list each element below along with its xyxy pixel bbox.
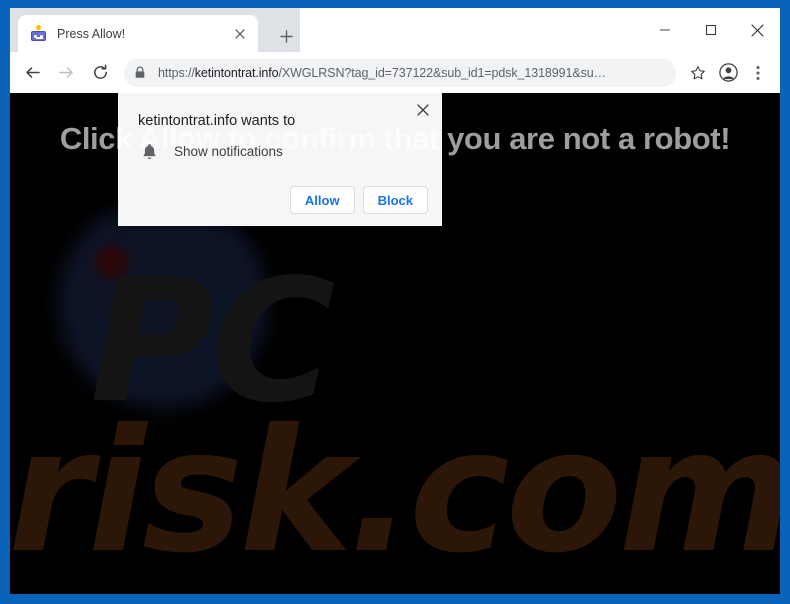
background-circle-graphic: [58, 198, 268, 408]
background-dot: [95, 245, 129, 279]
tab-title: Press Allow!: [57, 26, 126, 41]
browser-window: Press Allow! https://ketintontrat.info/X…: [10, 8, 780, 594]
window-controls: [642, 8, 780, 52]
url-text: https://ketintontrat.info/XWGLRSN?tag_id…: [158, 66, 666, 80]
address-bar[interactable]: https://ketintontrat.info/XWGLRSN?tag_id…: [124, 58, 676, 87]
dialog-close-icon[interactable]: [411, 98, 435, 122]
background-dot: [150, 333, 163, 346]
minimize-button[interactable]: [642, 8, 688, 52]
dialog-title: ketintontrat.info wants to: [138, 113, 296, 129]
tab-close-icon[interactable]: [230, 24, 250, 44]
dialog-actions: Allow Block: [289, 186, 428, 214]
url-scheme: https://: [158, 65, 195, 80]
dialog-permission-row: Show notifications: [138, 140, 283, 162]
notification-permission-dialog: ketintontrat.info wants to Show notifica…: [118, 93, 442, 226]
forward-button[interactable]: [52, 59, 80, 87]
robot-favicon: [30, 25, 47, 42]
browser-menu-button[interactable]: [744, 59, 772, 87]
dialog-option-label: Show notifications: [174, 143, 283, 159]
new-tab-button[interactable]: [272, 22, 300, 50]
profile-avatar-button[interactable]: [714, 59, 742, 87]
background-dot: [178, 309, 198, 329]
browser-toolbar: https://ketintontrat.info/XWGLRSN?tag_id…: [10, 52, 780, 93]
block-button[interactable]: Block: [362, 186, 428, 214]
bookmark-star-icon[interactable]: [684, 59, 712, 87]
tab-strip: Press Allow!: [10, 8, 780, 52]
allow-button[interactable]: Allow: [289, 186, 355, 214]
lock-icon[interactable]: [128, 61, 152, 85]
browser-tab[interactable]: Press Allow!: [18, 15, 258, 52]
url-path: /XWGLRSN?tag_id=737122&sub_id1=pdsk_1318…: [278, 65, 607, 80]
maximize-button[interactable]: [688, 8, 734, 52]
reload-button[interactable]: [86, 59, 114, 87]
window-frame: Press Allow! https://ketintontrat.info/X…: [0, 0, 790, 604]
url-host: ketintontrat.info: [194, 65, 279, 80]
watermark-line-2: risk.com: [10, 392, 780, 591]
back-button[interactable]: [18, 59, 46, 87]
web-page-content: PC risk.com Click Allow to confirm that …: [10, 93, 780, 594]
close-button[interactable]: [734, 8, 780, 52]
bell-icon: [138, 140, 160, 162]
